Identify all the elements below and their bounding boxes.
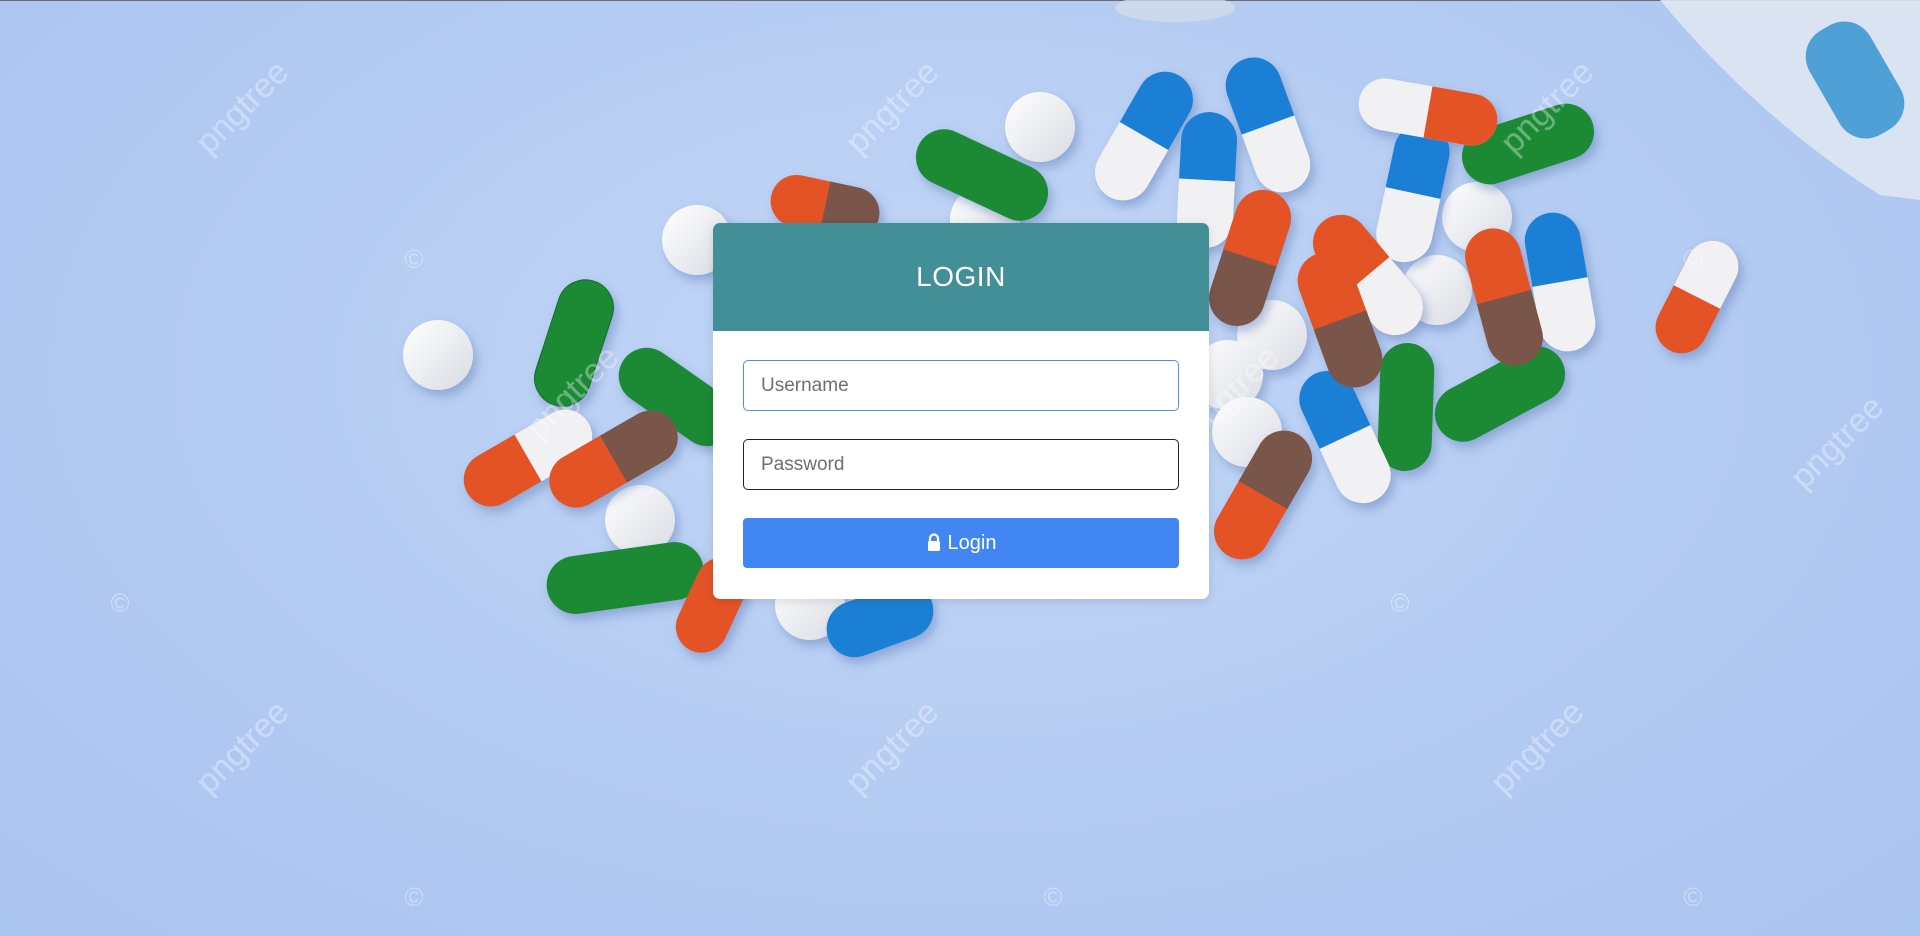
- svg-text:pngtree: pngtree: [188, 693, 296, 801]
- svg-text:©: ©: [1683, 882, 1702, 912]
- login-form: Login: [713, 331, 1209, 568]
- login-title: LOGIN: [916, 261, 1006, 292]
- svg-text:pngtree: pngtree: [838, 693, 946, 801]
- login-button[interactable]: Login: [743, 518, 1179, 568]
- svg-text:pngtree: pngtree: [1783, 388, 1891, 496]
- svg-text:©: ©: [1683, 244, 1702, 274]
- blister-pack: [1660, 0, 1920, 200]
- svg-text:©: ©: [1043, 882, 1062, 912]
- svg-text:pngtree: pngtree: [188, 53, 296, 161]
- login-card-header: LOGIN: [713, 223, 1209, 331]
- svg-text:pngtree: pngtree: [1483, 693, 1591, 801]
- svg-text:©: ©: [404, 244, 423, 274]
- svg-text:©: ©: [110, 588, 129, 618]
- svg-text:©: ©: [404, 882, 423, 912]
- login-card: LOGIN Login: [713, 223, 1209, 599]
- lock-icon: [927, 533, 940, 551]
- username-input[interactable]: [743, 360, 1179, 411]
- svg-text:©: ©: [1390, 588, 1409, 618]
- password-input[interactable]: [743, 439, 1179, 490]
- login-button-label: Login: [947, 531, 997, 554]
